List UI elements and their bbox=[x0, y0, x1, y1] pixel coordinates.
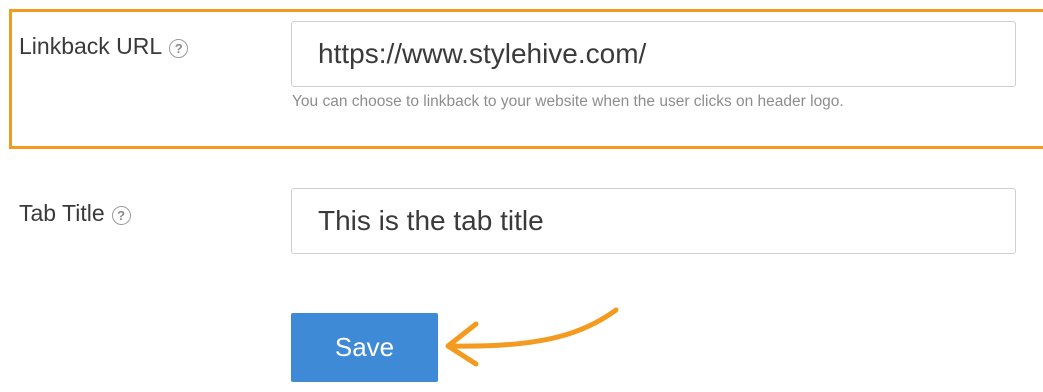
save-button[interactable]: Save bbox=[291, 313, 438, 382]
linkback-url-label: Linkback URL ? bbox=[19, 33, 189, 60]
help-circle-icon[interactable]: ? bbox=[169, 38, 189, 58]
tab-title-label: Tab Title ? bbox=[19, 200, 131, 227]
linkback-url-input[interactable] bbox=[291, 21, 1016, 87]
linkback-help-text: You can choose to linkback to your websi… bbox=[292, 93, 844, 110]
help-circle-icon[interactable]: ? bbox=[111, 205, 131, 225]
tab-title-input[interactable] bbox=[291, 188, 1016, 254]
tab-title-label-text: Tab Title bbox=[19, 200, 105, 226]
linkback-url-label-text: Linkback URL bbox=[19, 33, 163, 59]
arrow-icon bbox=[445, 307, 619, 367]
